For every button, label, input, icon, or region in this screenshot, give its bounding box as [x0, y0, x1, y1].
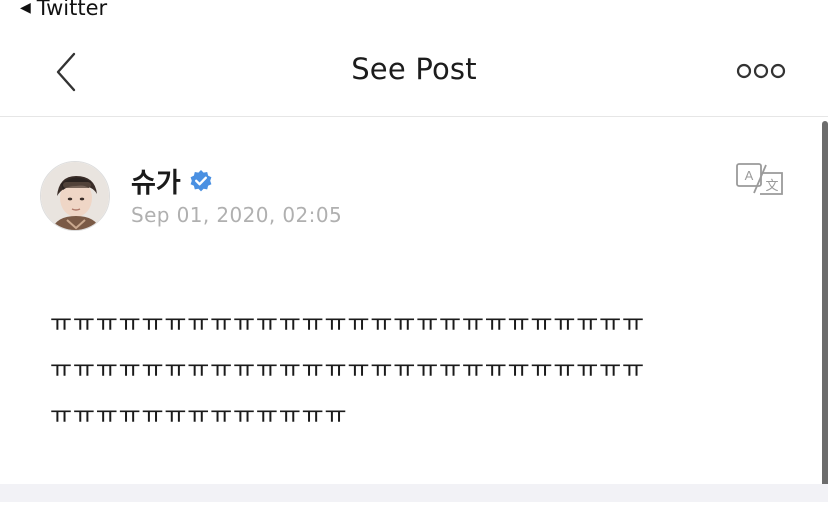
translate-button[interactable]: A 文 [736, 163, 784, 195]
avatar[interactable] [40, 161, 110, 231]
post-text-line: ㅠㅠㅠㅠㅠㅠㅠㅠㅠㅠㅠㅠㅠ [50, 401, 348, 429]
verified-badge-icon [190, 169, 212, 191]
post-text-line: ㅠㅠㅠㅠㅠㅠㅠㅠㅠㅠㅠㅠㅠㅠㅠㅠㅠㅠㅠㅠㅠㅠㅠㅠㅠㅠ [50, 309, 645, 337]
section-divider [0, 484, 828, 502]
page-title: See Post [351, 52, 477, 86]
post-text: ㅠㅠㅠㅠㅠㅠㅠㅠㅠㅠㅠㅠㅠㅠㅠㅠㅠㅠㅠㅠㅠㅠㅠㅠㅠㅠ ㅠㅠㅠㅠㅠㅠㅠㅠㅠㅠㅠㅠㅠ… [50, 300, 780, 438]
author-row[interactable]: 슈가 [131, 161, 213, 200]
more-dots-icon [736, 63, 786, 79]
author-name: 슈가 [131, 168, 181, 199]
translate-icon: A 文 [736, 163, 783, 195]
back-triangle-icon: ◀ [20, 0, 31, 16]
svg-text:A: A [745, 168, 754, 183]
avatar-image [41, 162, 109, 230]
see-post-screen: ◀ Twitter See Post 슈가 Sep 01, 2020, 02:0… [0, 0, 828, 522]
svg-text:文: 文 [765, 179, 778, 194]
status-bar-app-name: Twitter [36, 0, 108, 20]
scrollbar[interactable] [822, 121, 828, 489]
post-text-line: ㅠㅠㅠㅠㅠㅠㅠㅠㅠㅠㅠㅠㅠㅠㅠㅠㅠㅠㅠㅠㅠㅠㅠㅠㅠㅠ [50, 355, 645, 383]
nav-header: See Post [0, 30, 828, 117]
post-content: 슈가 Sep 01, 2020, 02:05 A 文 ㅠㅠㅠㅠㅠㅠㅠㅠㅠㅠㅠㅠㅠ… [0, 117, 828, 522]
status-bar-back-to-app[interactable]: ◀ Twitter [20, 0, 107, 22]
more-options-button[interactable] [736, 60, 786, 82]
post-timestamp: Sep 01, 2020, 02:05 [131, 203, 343, 227]
